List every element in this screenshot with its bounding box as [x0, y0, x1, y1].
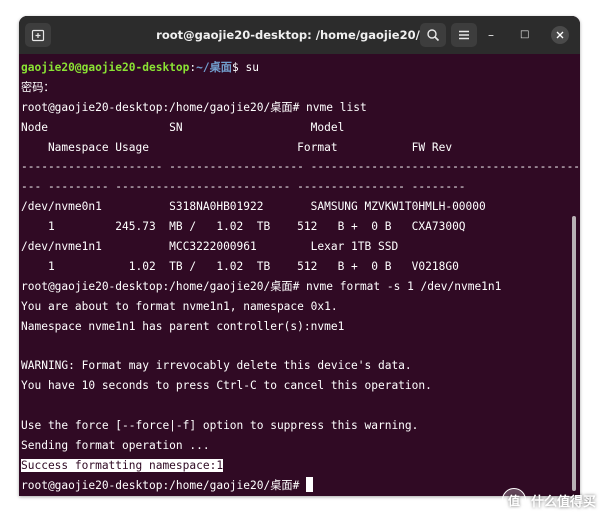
title-bar[interactable]: root@gaojie20-desktop: /home/gaojie20/桌面…	[19, 16, 580, 54]
terminal-line: You are about to format nvme1n1, namespa…	[21, 299, 338, 313]
terminal-line: root@gaojie20-desktop:/home/gaojie20/桌面#	[21, 476, 580, 496]
prompt-path: ~/桌面	[196, 61, 232, 74]
watermark: 值 什么值得买	[501, 488, 596, 512]
minimize-button[interactable]: –	[488, 28, 494, 42]
terminal-line: Sending format operation ...	[21, 438, 210, 452]
terminal-window: root@gaojie20-desktop: /home/gaojie20/桌面…	[19, 16, 580, 496]
terminal-line: root@gaojie20-desktop:/home/gaojie20/桌面#…	[21, 279, 502, 293]
terminal-line: Namespace Usage Format FW Rev	[21, 140, 453, 154]
terminal-line: --------------------- ------------------…	[21, 160, 580, 174]
scrollbar[interactable]	[572, 216, 576, 491]
watermark-badge: 值	[501, 488, 526, 512]
text-cursor	[306, 476, 314, 492]
command-text: su	[245, 61, 259, 74]
window-title: root@gaojie20-desktop: /home/gaojie20/桌面	[156, 28, 443, 42]
terminal-line: --- --------- --------------------------…	[21, 180, 466, 194]
terminal-line: You have 10 seconds to press Ctrl-C to c…	[21, 379, 432, 393]
terminal-line: 1 1.02 TB / 1.02 TB 512 B + 0 B V0218G0	[21, 259, 459, 273]
new-tab-button[interactable]	[25, 23, 51, 47]
terminal-line: /dev/nvme1n1 MCC3222000961 Lexar 1TB SSD	[21, 240, 399, 254]
search-button[interactable]	[420, 23, 446, 47]
maximize-button[interactable]: □	[520, 29, 529, 40]
prompt-line: root@gaojie20-desktop:/home/gaojie20/桌面#	[21, 478, 307, 492]
terminal-line: root@gaojie20-desktop:/home/gaojie20/桌面#…	[21, 100, 367, 114]
prompt-symbol: $	[232, 61, 246, 74]
terminal-output[interactable]: gaojie20@gaojie20-desktop:~/桌面$ su 密码： r…	[19, 54, 580, 496]
terminal-line: 1 245.73 MB / 1.02 TB 512 B + 0 B CXA730…	[21, 220, 466, 234]
search-icon	[427, 29, 440, 42]
terminal-line: /dev/nvme0n1 S318NA0HB01922 SAMSUNG MZVK…	[21, 200, 486, 214]
close-button[interactable]	[551, 26, 569, 44]
close-icon	[556, 31, 564, 39]
highlighted-selection: Success formatting namespace:1	[21, 458, 224, 472]
terminal-line: Node SN Model	[21, 120, 345, 134]
terminal-line: Success formatting namespace:1	[21, 456, 580, 476]
terminal-line: Namespace nvme1n1 has parent controller(…	[21, 319, 345, 333]
terminal-line: 密码：	[21, 80, 55, 94]
prompt-user: gaojie20@gaojie20-desktop	[21, 61, 190, 74]
terminal-line: gaojie20@gaojie20-desktop:~/桌面$ su	[21, 58, 580, 78]
terminal-line: Use the force [--force|-f] option to sup…	[21, 419, 419, 433]
hamburger-menu-icon	[459, 30, 469, 40]
new-tab-icon	[31, 29, 45, 42]
terminal-line: WARNING: Format may irrevocably delete t…	[21, 359, 412, 373]
watermark-text: 什么值得买	[530, 494, 596, 510]
menu-button[interactable]	[451, 23, 477, 47]
